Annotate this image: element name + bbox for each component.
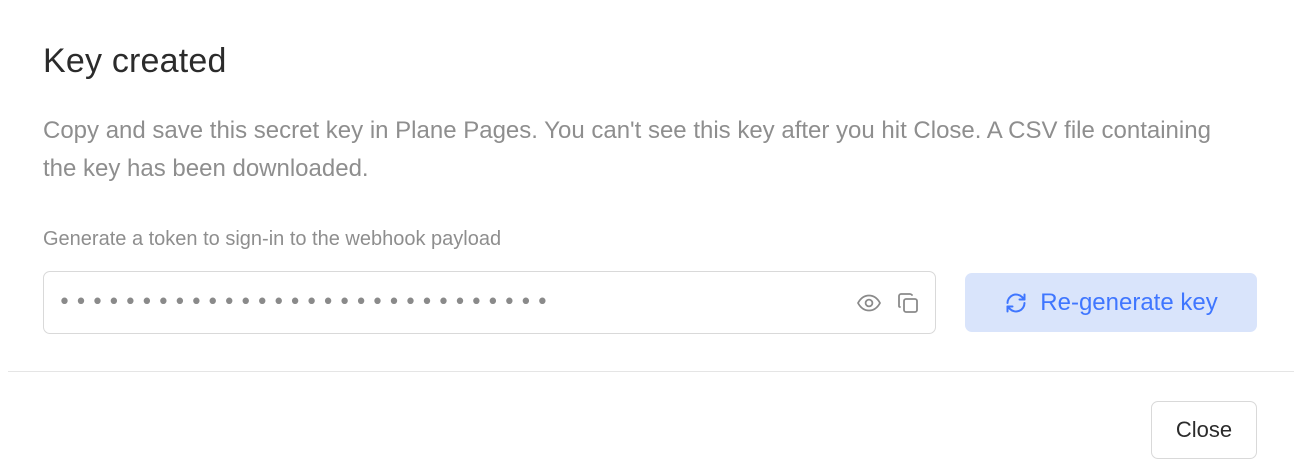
modal-description: Copy and save this secret key in Plane P…	[43, 117, 1211, 182]
key-created-modal: Key created Copy and save this secret ke…	[0, 0, 1304, 475]
secret-key-field[interactable]: ••••••••••••••••••••••••••••••	[43, 271, 936, 334]
regenerate-key-label: Re-generate key	[1040, 288, 1218, 316]
modal-title: Key created	[43, 42, 227, 80]
regenerate-key-button[interactable]: Re-generate key	[965, 273, 1257, 332]
copy-icon[interactable]	[896, 291, 920, 315]
footer-divider	[8, 371, 1294, 372]
close-button[interactable]: Close	[1151, 401, 1257, 459]
eye-icon[interactable]	[856, 291, 882, 315]
key-field-label: Generate a token to sign-in to the webho…	[43, 228, 502, 250]
refresh-icon	[1004, 291, 1028, 315]
secret-key-value: ••••••••••••••••••••••••••••••	[58, 290, 553, 315]
